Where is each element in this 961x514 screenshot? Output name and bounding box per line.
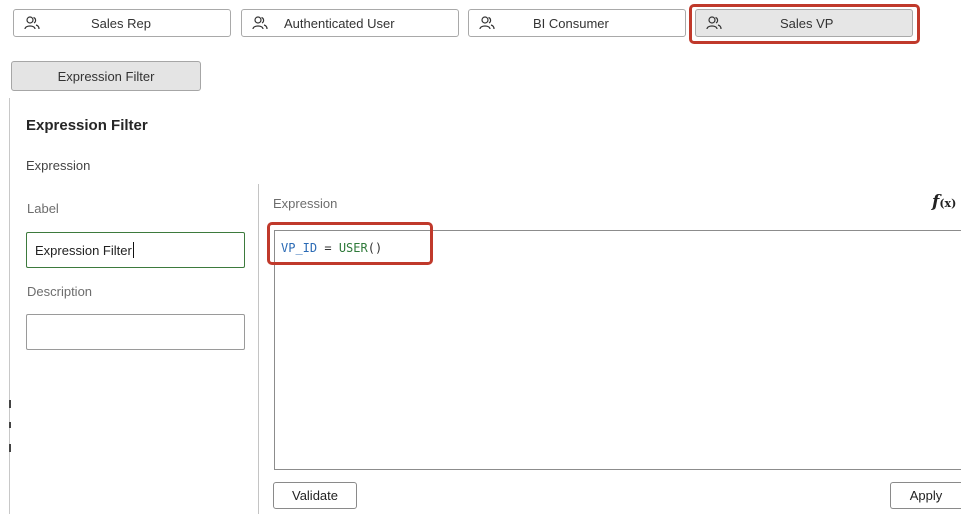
role-tab-label: BI Consumer (533, 16, 609, 31)
description-caption: Description (27, 284, 93, 299)
validate-button-label: Validate (291, 488, 338, 503)
section-title: Expression Filter (26, 117, 148, 134)
apply-button-label: Apply (909, 488, 943, 503)
column-divider (258, 184, 259, 514)
users-icon (24, 16, 40, 30)
function-args: (x) (939, 197, 957, 210)
label-field[interactable]: Expression Filter (26, 232, 245, 268)
function-icon[interactable]: f(x) (932, 192, 956, 212)
label-field-value: Expression Filter (35, 242, 132, 258)
code-parens: () (367, 241, 383, 255)
expression-code: VP_ID = USER() (281, 241, 382, 255)
expression-editor[interactable] (274, 230, 961, 470)
validate-button[interactable]: Validate (273, 482, 357, 509)
role-tab-label: Sales VP (780, 16, 834, 31)
role-tab-label: Sales Rep (91, 16, 151, 31)
users-icon (706, 16, 722, 30)
role-tab-label: Authenticated User (284, 16, 395, 31)
expression-filter-tab-label: Expression Filter (57, 68, 155, 84)
code-function: USER (338, 241, 368, 255)
apply-button[interactable]: Apply (890, 482, 961, 509)
code-identifier: VP_ID (281, 241, 318, 255)
label-caption: Label (27, 201, 59, 216)
expression-filter-tab[interactable]: Expression Filter (11, 61, 201, 91)
description-field[interactable] (26, 314, 245, 350)
code-operator: = (317, 241, 339, 255)
users-icon (479, 16, 495, 30)
role-tab-bi-consumer[interactable]: BI Consumer (468, 9, 686, 37)
expression-header: Expression (273, 196, 338, 211)
role-tab-sales-vp[interactable]: Sales VP (695, 9, 913, 37)
section-subtitle: Expression (26, 158, 91, 173)
role-tab-sales-rep[interactable]: Sales Rep (13, 9, 231, 37)
text-caret (132, 242, 134, 258)
panel-edge-marks (9, 400, 11, 452)
role-tab-authenticated-user[interactable]: Authenticated User (241, 9, 459, 37)
users-icon (252, 16, 268, 30)
